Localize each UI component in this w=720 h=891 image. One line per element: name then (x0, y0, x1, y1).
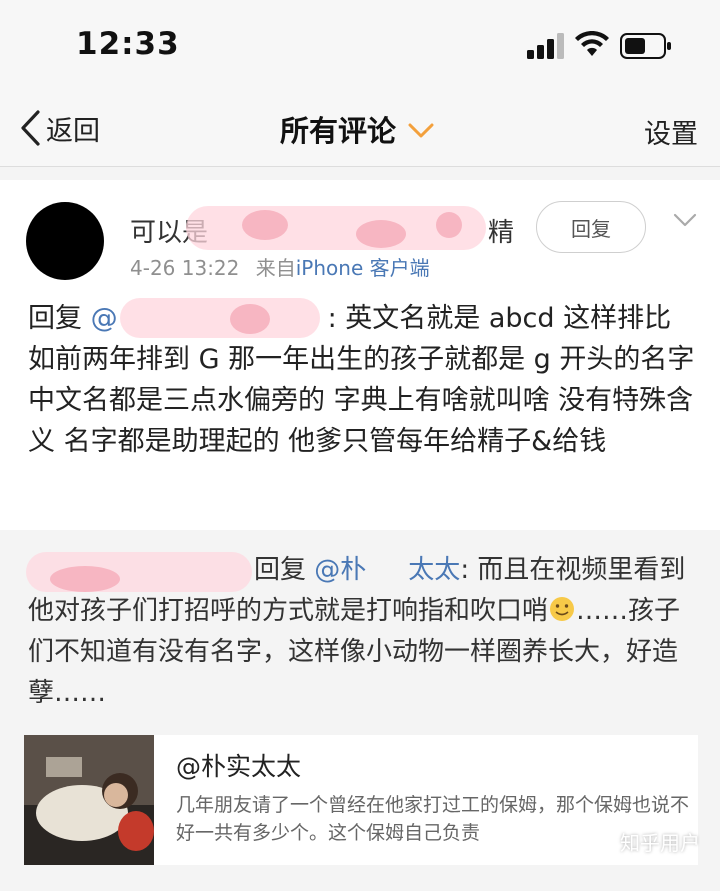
repost-text: 几年朋友请了一个曾经在他家打过工的保姆，那个保姆也说不好一共有多少个。这个保姆自… (176, 794, 690, 844)
chevron-down-icon (408, 123, 434, 138)
repost-username[interactable]: @朴实太太 (176, 747, 301, 783)
censor-sticker (186, 206, 486, 250)
chevron-left-icon (21, 110, 40, 146)
nav-bar: 返回 所有评论 设置 (0, 92, 720, 167)
battery-icon (620, 33, 671, 59)
back-label: 返回 (46, 115, 100, 147)
repost-thumbnail (24, 735, 154, 865)
comment-meta: 4-26 13:22 来自iPhone 客户端 (130, 252, 430, 281)
quoted-mention-end[interactable]: 太太 (408, 555, 460, 585)
cellular-signal-icon (527, 33, 564, 59)
wifi-icon (575, 31, 609, 56)
settings-button[interactable]: 设置 (644, 112, 698, 151)
comment-filter-dropdown[interactable]: 所有评论 (280, 108, 434, 150)
censor-sticker (120, 298, 320, 338)
comment-source-device[interactable]: iPhone 客户端 (296, 256, 430, 280)
face-emoji-icon (550, 597, 575, 621)
comment-card: 可以是精 4-26 13:22 来自iPhone 客户端 回复 回复 @: 英文… (0, 180, 720, 530)
censor-sticker (26, 552, 252, 592)
page-title: 所有评论 (280, 114, 397, 148)
mention-link[interactable]: @ (91, 303, 118, 334)
comment-time: 4-26 13:22 (130, 256, 240, 280)
quoted-reply: 回复 @朴 太太: 而且在视频里看到他对孩子们打招呼的方式就是打响指和吹口哨 ……孩… (0, 540, 720, 870)
reply-prefix: 回复 (28, 303, 82, 334)
quoted-mention-start[interactable]: @朴 (314, 555, 366, 585)
reply-button[interactable]: 回复 (536, 201, 646, 253)
back-button[interactable]: 返回 (18, 108, 100, 148)
avatar[interactable] (26, 202, 104, 280)
watermark: 知乎用户 (620, 831, 700, 855)
status-time: 12:33 (76, 26, 180, 62)
comment-source-prefix: 来自 (255, 256, 296, 280)
status-bar: 12:33 (0, 0, 720, 92)
chevron-down-icon[interactable] (672, 212, 698, 230)
repost-card[interactable]: @朴实太太 几年朋友请了一个曾经在他家打过工的保姆，那个保姆也说不好一共有多少个… (24, 735, 698, 865)
quoted-reply-prefix: 回复 (254, 555, 307, 585)
username-visible-end: 精 (488, 218, 515, 248)
